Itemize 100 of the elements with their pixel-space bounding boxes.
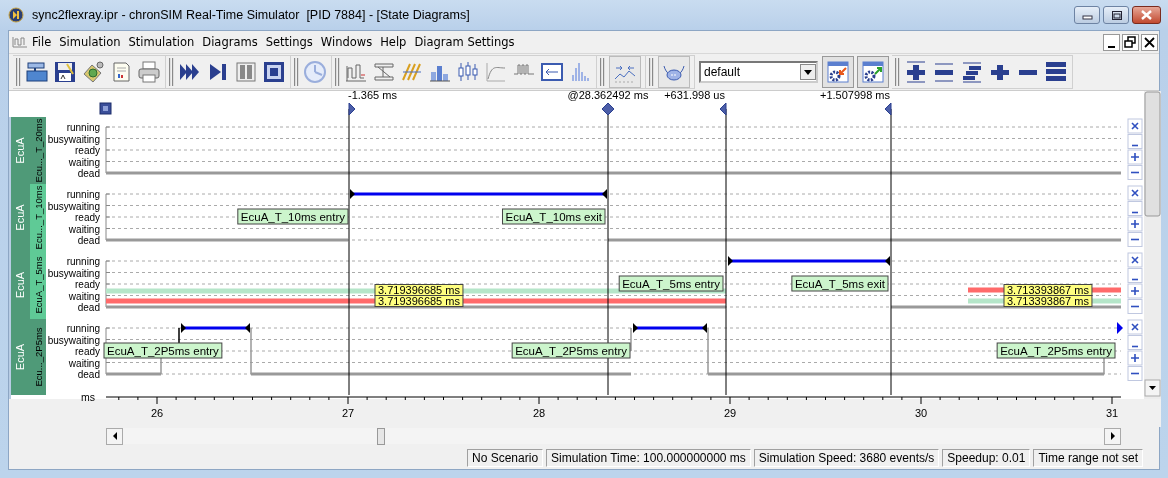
task-label[interactable]: Ecu..._T_20ms [30, 117, 46, 184]
state-label: running [66, 323, 100, 334]
state-label: waiting [68, 357, 100, 369]
stack-icon[interactable] [1044, 60, 1068, 84]
state-label: ready [75, 145, 100, 156]
task-label[interactable]: Ecu..._T_10ms [30, 184, 46, 251]
close-button[interactable] [1132, 6, 1161, 24]
arrange-icon[interactable] [960, 60, 984, 84]
event-label: EcuA_T_5ms entry [618, 275, 724, 292]
axis-tick-label: 29 [723, 407, 737, 419]
collapse-row-icon[interactable] [1127, 335, 1143, 350]
export-settings-icon[interactable] [861, 60, 885, 84]
event-label: EcuA_T_10ms exit [502, 208, 606, 225]
cursor-label: +1.507998 ms [819, 91, 890, 101]
state-label: running [66, 189, 100, 200]
import-settings-icon[interactable] [826, 60, 850, 84]
axis-tick-label: 31 [1105, 407, 1119, 419]
scrollbar-thumb[interactable] [1144, 91, 1161, 217]
cursor-label: +631.998 us [664, 91, 725, 101]
scroll-down-button[interactable] [1144, 379, 1161, 397]
state-label: dead [77, 302, 100, 313]
maximize-icon [1110, 10, 1122, 20]
cursor-label: @28.362492 ms [567, 91, 649, 101]
zoom-out-row-icon[interactable] [1127, 299, 1143, 314]
collapse-row-icon[interactable] [1127, 134, 1143, 149]
zoom-in-row-icon[interactable] [1127, 283, 1143, 299]
remove-row-icon[interactable] [1127, 118, 1143, 134]
task-label[interactable]: Ecu..._2P5ms [30, 319, 46, 395]
axis-tick-label: 30 [914, 407, 928, 419]
task-label[interactable]: EcuA_T_5ms [30, 251, 46, 319]
zoom-in-row-icon[interactable] [1127, 149, 1143, 165]
event-label: EcuA_T_2P5ms entry [103, 342, 223, 359]
state-label: dead [77, 369, 100, 380]
remove-row-icon[interactable] [1127, 185, 1143, 201]
menu-item[interactable]: Diagrams [198, 33, 262, 51]
zoom-out-row-icon[interactable] [1127, 165, 1143, 180]
state-label: ready [75, 346, 100, 357]
right-arrow-icon [1109, 432, 1116, 440]
save-icon[interactable] [53, 60, 77, 84]
range-icon[interactable] [540, 60, 564, 84]
collapse-row-icon[interactable] [1127, 201, 1143, 216]
state-label: running [66, 122, 100, 133]
status-field: Simulation Time: 100.000000000 ms [546, 449, 751, 467]
collapse-row-icon[interactable] [1127, 268, 1143, 283]
cursor-label: -1.365 ms [348, 91, 397, 101]
zoom-in-row-icon[interactable] [1127, 350, 1143, 366]
close-icon[interactable] [1141, 33, 1158, 51]
remove-row-icon[interactable] [1127, 252, 1143, 268]
event-label: EcuA_T_5ms exit [791, 275, 889, 292]
remove-row-icon[interactable] [1127, 319, 1143, 335]
scrollbar-thumb[interactable] [377, 428, 385, 445]
menu-item[interactable]: Settings [261, 33, 317, 51]
zoom-out-row-icon[interactable] [1127, 366, 1143, 381]
scroll-left-button[interactable] [106, 427, 123, 445]
maximize-button[interactable] [1103, 6, 1129, 24]
gantt-icon[interactable] [372, 60, 396, 84]
cursor-marker-icon[interactable] [884, 102, 892, 116]
add-diagram-icon[interactable] [904, 60, 928, 84]
cursor-marker-icon[interactable] [348, 102, 356, 116]
menu-item[interactable]: Windows [316, 33, 377, 51]
state-label: running [66, 256, 100, 267]
origin-marker-icon[interactable] [99, 102, 112, 115]
candlestick-icon[interactable] [456, 60, 480, 84]
cursor-marker-icon[interactable] [719, 102, 727, 116]
menu-item[interactable]: Stimulation [124, 33, 199, 51]
event-label: EcuA_T_2P5ms entry [996, 342, 1116, 359]
event-label: EcuA_T_10ms entry [237, 208, 349, 225]
scroll-right-button[interactable] [1104, 427, 1121, 445]
menu-item[interactable]: Help [376, 33, 411, 51]
status-field: Time range not set [1033, 449, 1143, 467]
menu-item[interactable]: Diagram Settings [410, 33, 519, 51]
zoom-in-row-icon[interactable] [1127, 216, 1143, 232]
minimize-icon[interactable] [1103, 33, 1120, 51]
remove-diagram-icon[interactable] [932, 60, 956, 84]
status-field: Speedup: 0.01 [942, 449, 1031, 467]
printer-icon[interactable] [137, 60, 161, 84]
state-label: ready [75, 279, 100, 290]
status-field: Simulation Speed: 3680 events/s [753, 449, 940, 467]
state-label: waiting [68, 290, 100, 302]
status-field: No Scenario [467, 449, 544, 467]
stop-icon[interactable] [262, 60, 286, 84]
menu-item[interactable]: Simulation [55, 33, 125, 51]
menu-item[interactable]: File [28, 33, 56, 51]
zoom-out-row-icon[interactable] [1127, 232, 1143, 247]
axis-unit: ms [81, 391, 95, 403]
axis-tick-label: 26 [150, 407, 164, 419]
axis-tick-label: 28 [532, 407, 546, 419]
measurement-label: 3.719396685 ms [374, 295, 464, 307]
cursor-marker-icon[interactable] [601, 102, 615, 116]
close-icon [1141, 10, 1152, 20]
folder-icon[interactable] [25, 60, 49, 84]
state-label: busywaiting [47, 267, 100, 279]
waveform-icon [12, 34, 28, 50]
state-label: waiting [68, 156, 100, 168]
profile-dropdown[interactable]: default [699, 61, 818, 83]
state-label: waiting [68, 223, 100, 235]
state-label: busywaiting [47, 133, 100, 145]
app-logo-icon [8, 7, 24, 23]
restore-icon[interactable] [1122, 33, 1139, 51]
state-label: busywaiting [47, 200, 100, 212]
